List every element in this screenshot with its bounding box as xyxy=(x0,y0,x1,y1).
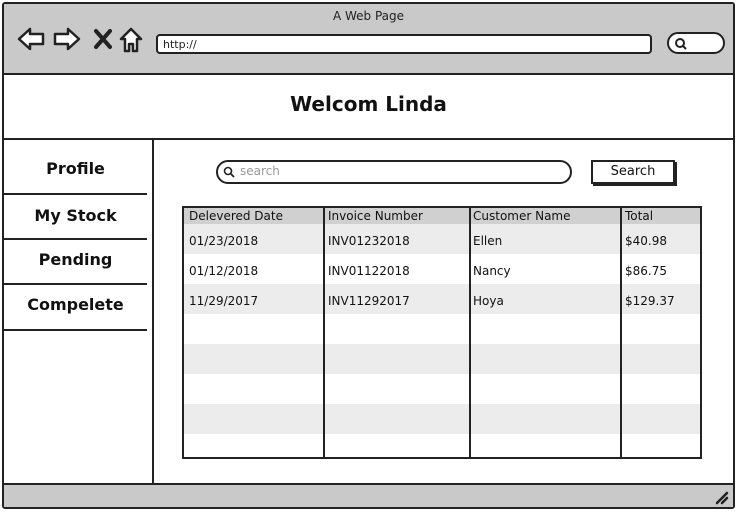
window-title: A Web Page xyxy=(332,9,405,23)
cell-total: $129.37 xyxy=(625,294,675,308)
cell-date: 01/23/2018 xyxy=(189,234,259,248)
cell-total: $86.75 xyxy=(625,264,667,278)
close-icon[interactable] xyxy=(92,26,114,52)
forward-arrow-icon[interactable] xyxy=(52,26,82,52)
cell-date: 01/12/2018 xyxy=(189,264,259,278)
search-icon xyxy=(675,38,687,50)
cell-invoice: INV01232018 xyxy=(328,234,410,248)
back-arrow-icon[interactable] xyxy=(16,26,46,52)
browser-window: A Web Page http:// Welcom Linda Profile … xyxy=(2,2,735,509)
cell-invoice: INV11292017 xyxy=(328,294,410,308)
table-row-stripe xyxy=(184,224,700,254)
search-placeholder: search xyxy=(240,164,280,178)
invoice-table: Delevered Date Invoice Number Customer N… xyxy=(182,206,702,459)
search-button[interactable]: Search xyxy=(591,160,675,184)
sidebar-item-profile[interactable]: Profile xyxy=(4,140,147,195)
search-icon xyxy=(223,166,235,178)
resize-grip-icon[interactable] xyxy=(713,489,729,505)
browser-titlebar: A Web Page http:// xyxy=(4,4,733,75)
cell-invoice: INV01122018 xyxy=(328,264,410,278)
column-header-customer-name[interactable]: Customer Name xyxy=(473,209,571,223)
column-header-delivered-date[interactable]: Delevered Date xyxy=(189,209,283,223)
column-divider xyxy=(620,208,622,457)
column-header-invoice-number[interactable]: Invoice Number xyxy=(328,209,423,223)
table-row-stripe xyxy=(184,284,700,314)
page-title: Welcom Linda xyxy=(290,92,447,116)
page-header: Welcom Linda xyxy=(4,75,733,140)
cell-customer: Ellen xyxy=(473,234,503,248)
column-header-total[interactable]: Total xyxy=(625,209,653,223)
column-divider xyxy=(323,208,325,457)
search-input[interactable]: search xyxy=(216,160,572,184)
cell-customer: Hoya xyxy=(473,294,504,308)
home-icon[interactable] xyxy=(118,26,144,54)
column-divider xyxy=(469,208,471,457)
cell-customer: Nancy xyxy=(473,264,511,278)
sidebar: Profile My Stock Pending Compelete xyxy=(4,140,154,486)
cell-date: 11/29/2017 xyxy=(189,294,259,308)
cell-total: $40.98 xyxy=(625,234,667,248)
browser-search-field[interactable] xyxy=(667,32,725,54)
sidebar-item-my-stock[interactable]: My Stock xyxy=(4,195,147,240)
url-bar[interactable]: http:// xyxy=(156,34,652,54)
table-row-stripe xyxy=(184,404,700,434)
table-row-stripe xyxy=(184,344,700,374)
sidebar-item-compelete[interactable]: Compelete xyxy=(4,285,147,331)
sidebar-item-pending[interactable]: Pending xyxy=(4,240,147,285)
browser-status-bar xyxy=(4,483,733,507)
